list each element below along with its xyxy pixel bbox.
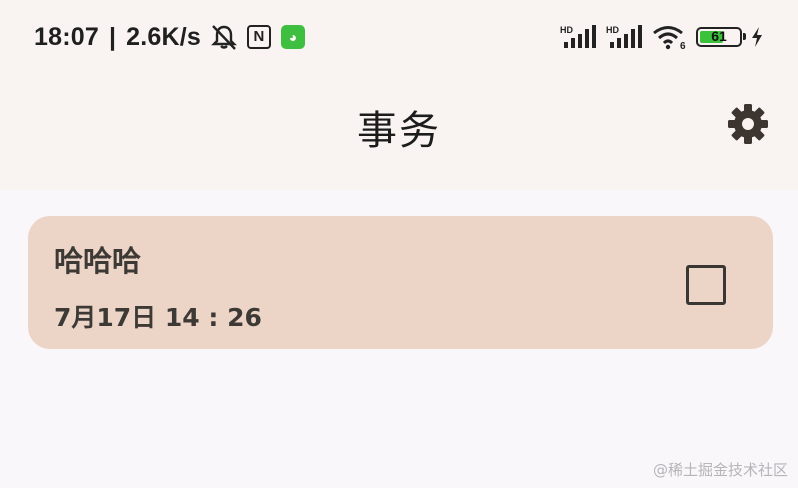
task-card[interactable]: 哈哈哈 7月17日 14 : 26 — [28, 216, 773, 349]
svg-text:HD: HD — [606, 25, 619, 35]
app-icon: ◕ — [281, 25, 306, 49]
battery-level: 61 — [711, 28, 727, 44]
svg-text:HD: HD — [560, 25, 573, 35]
charging-icon — [750, 26, 764, 48]
status-right-group: HD HD 6 61 — [560, 22, 764, 52]
settings-button[interactable] — [724, 102, 772, 150]
gear-icon — [726, 102, 770, 150]
status-separator: | — [108, 22, 117, 51]
wifi-icon: 6 — [652, 24, 688, 50]
status-bar: 18:07 | 2.6K/s N ◕ HD HD 6 61 — [0, 0, 798, 72]
task-time: 7月17日 14 : 26 — [54, 303, 262, 332]
page-title: 事务 — [357, 108, 441, 154]
status-time: 18:07 — [34, 22, 99, 51]
app-header-area: 18:07 | 2.6K/s N ◕ HD HD 6 61 事务 — [0, 0, 798, 190]
task-checkbox[interactable] — [686, 265, 726, 305]
svg-text:6: 6 — [680, 41, 686, 50]
watermark: @稀土掘金技术社区 — [652, 461, 788, 479]
network-speed: 2.6K/s — [126, 22, 202, 51]
nfc-icon: N — [247, 25, 272, 49]
signal-hd-icon: HD — [560, 24, 598, 50]
bell-off-icon — [211, 23, 237, 51]
status-left-group: 18:07 | 2.6K/s N ◕ — [34, 22, 306, 52]
battery-icon: 61 — [696, 27, 746, 47]
task-title: 哈哈哈 — [54, 244, 142, 278]
signal-hd-icon: HD — [606, 24, 644, 50]
